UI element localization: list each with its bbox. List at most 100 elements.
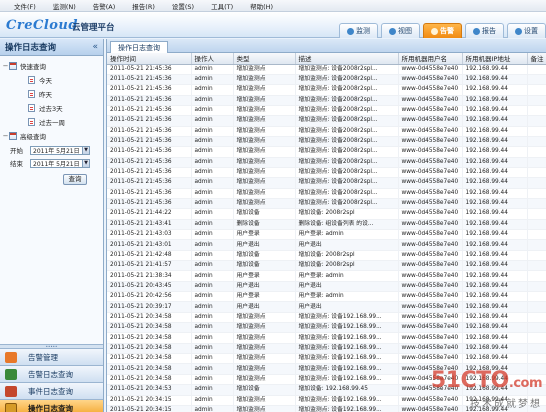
table-row[interactable]: 2011-05-21 21:45:36 admin 增加监测点 增加监测点: 设备20… [107, 115, 546, 127]
table-cell: 192.168.99.44 [462, 260, 528, 272]
tree-item-last-3-days[interactable]: 过去3天 [0, 101, 103, 115]
table-cell: admin [191, 84, 234, 96]
table-row[interactable]: 2011-05-21 21:45:36 admin 增加监测点 增加监测点: 设备20… [107, 74, 546, 86]
report-icon [473, 27, 480, 35]
table-row[interactable]: 2011-05-21 21:45:36 admin 增加监测点 增加监测点: 设备20… [107, 84, 546, 96]
chevron-down-icon[interactable]: ▼ [82, 146, 89, 154]
table-row[interactable]: 2011-05-21 20:34:15 admin 增加监测点 增加监测点: 设备19… [107, 405, 546, 412]
tab-report[interactable]: 报告 [465, 23, 504, 38]
table-row[interactable]: 2011-05-21 21:45:36 admin 增加监测点 增加监测点: 设备20… [107, 126, 546, 137]
table-cell: 192.168.99.44 [462, 374, 528, 386]
tree-item-last-week[interactable]: 过去一周 [0, 115, 103, 129]
table-cell [527, 167, 546, 179]
table-row[interactable]: 2011-05-21 20:34:58 admin 增加监测点 增加监测点: 设备19… [107, 322, 546, 334]
tab-alarm[interactable]: 告警 [423, 23, 462, 38]
table-cell: 增加设备: 2008r2spl [295, 208, 399, 220]
table-cell: www-0d4558e7e40 [398, 115, 463, 127]
table-cell: 用户退出 [233, 281, 296, 293]
tree-node-quick-query[interactable]: − 快速查询 [0, 59, 103, 73]
menu-file[interactable]: 文件(F) [14, 1, 36, 11]
table-row[interactable]: 2011-05-21 21:45:36 admin 增加监测点 增加监测点: 设备20… [107, 64, 546, 75]
tab-monitor[interactable]: 监测 [339, 23, 378, 38]
table-cell: 用户退出 [295, 301, 399, 313]
accordion-alarm-log-query[interactable]: 告警日志查询 [0, 365, 103, 382]
table-row[interactable]: 2011-05-21 21:45:36 admin 增加监测点 增加监测点: 设备20… [107, 136, 546, 148]
table-row[interactable]: 2011-05-21 21:43:01 admin 用户退出 用户退出 www-0d45… [107, 239, 546, 251]
collapse-icon[interactable]: « [92, 42, 98, 52]
table-cell: admin [191, 74, 234, 86]
table-row[interactable]: 2011-05-21 21:45:36 admin 增加监测点 增加监测点: 设备20… [107, 198, 546, 210]
chevron-down-icon[interactable]: ▼ [82, 159, 89, 167]
table-row[interactable]: 2011-05-21 21:45:36 admin 增加监测点 增加监测点: 设备20… [107, 188, 546, 199]
tree-collapse-icon[interactable]: − [2, 132, 9, 140]
accordion-alarm-management[interactable]: 告警管理 [0, 348, 103, 365]
table-row[interactable]: 2011-05-21 21:45:36 admin 增加监测点 增加监测点: 设备20… [107, 157, 546, 168]
table-cell: 2011-05-21 21:45:36 [107, 136, 192, 148]
table-row[interactable]: 2011-05-21 21:38:34 admin 用户登录 用户登录: admin w… [107, 270, 546, 282]
table-cell: 192.168.99.44 [462, 157, 528, 168]
search-button[interactable]: 查询 [63, 174, 87, 185]
column-header-machine-user[interactable]: 所用机器用户名 [398, 53, 463, 65]
table-cell: 2011-05-21 20:34:58 [107, 332, 192, 344]
column-header-remark[interactable]: 备注 [527, 53, 546, 65]
tree-node-advanced-query[interactable]: − 高级查询 [0, 129, 103, 143]
column-header-type[interactable]: 类型 [233, 53, 296, 65]
table-row[interactable]: 2011-05-21 21:42:48 admin 增加设备 增加设备: 2008r2… [107, 250, 546, 262]
table-row[interactable]: 2011-05-21 20:34:58 admin 增加监测点 增加监测点: 设备19… [107, 312, 546, 324]
table-row[interactable]: 2011-05-21 20:34:58 admin 增加监测点 增加监测点: 设备19… [107, 353, 546, 365]
table-cell: www-0d4558e7e40 [398, 343, 463, 355]
menu-monitor[interactable]: 监测(N) [53, 1, 76, 11]
table-row[interactable]: 2011-05-21 21:45:36 admin 增加监测点 增加监测点: 设备20… [107, 146, 546, 158]
table-cell: 2011-05-21 21:38:34 [107, 270, 192, 282]
table-cell: 删除设备 [233, 219, 296, 231]
table-row[interactable]: 2011-05-21 20:34:58 admin 增加监测点 增加监测点: 设备19… [107, 343, 546, 355]
table-row[interactable]: 2011-05-21 21:43:03 admin 用户登录 用户登录: admin w… [107, 229, 546, 241]
table-cell: 增加监测点: 设备2008r2spl... [295, 157, 399, 168]
table-cell: 192.168.99.44 [462, 312, 528, 324]
table-row[interactable]: 2011-05-21 21:44:22 admin 增加设备 增加设备: 2008r2… [107, 208, 546, 220]
tab-settings[interactable]: 设置 [507, 23, 546, 38]
table-cell: www-0d4558e7e40 [398, 64, 463, 75]
table-row[interactable]: 2011-05-21 20:34:58 admin 增加监测点 增加监测点: 设备19… [107, 374, 546, 386]
table-row[interactable]: 2011-05-21 20:34:58 admin 增加监测点 增加监测点: 设备19… [107, 363, 546, 375]
tab-operation-log[interactable]: 操作日志查询 [110, 41, 168, 53]
table-row[interactable]: 2011-05-21 20:39:17 admin 用户退出 用户退出 www-0d45… [107, 301, 546, 313]
table-row[interactable]: 2011-05-21 21:45:36 admin 增加监测点 增加监测点: 设备20… [107, 177, 546, 189]
end-date-label: 结束 [10, 160, 23, 168]
column-header-machine-ip[interactable]: 所用机器IP地址 [462, 53, 528, 65]
table-row[interactable]: 2011-05-21 21:45:36 admin 增加监测点 增加监测点: 设备20… [107, 105, 546, 117]
menu-tools[interactable]: 工具(T) [211, 1, 233, 11]
table-cell: www-0d4558e7e40 [398, 405, 463, 412]
table-cell: 增加监测点: 设备2008r2spl... [295, 95, 399, 106]
table-row[interactable]: 2011-05-21 21:45:36 admin 增加监测点 增加监测点: 设备20… [107, 95, 546, 106]
table-cell: 2011-05-21 20:34:58 [107, 353, 192, 365]
table-row[interactable]: 2011-05-21 20:34:58 admin 增加监测点 增加监测点: 设备19… [107, 332, 546, 344]
table-cell: admin [191, 312, 234, 324]
accordion-event-log-query[interactable]: 事件日志查询 [0, 382, 103, 399]
table-cell: 增加监测点 [233, 322, 296, 334]
table-cell: admin [191, 332, 234, 344]
menu-help[interactable]: 帮助(H) [250, 1, 273, 11]
table-row[interactable]: 2011-05-21 20:34:15 admin 增加监测点 增加监测点: 设备19… [107, 395, 546, 406]
tree-collapse-icon[interactable]: − [2, 62, 9, 70]
table-row[interactable]: 2011-05-21 20:43:45 admin 用户退出 用户退出 www-0d45… [107, 281, 546, 293]
menu-settings[interactable]: 设置(S) [172, 1, 194, 11]
table-row[interactable]: 2011-05-21 20:34:53 admin 增加设备 增加设备: 192.16… [107, 384, 546, 396]
tree-item-yesterday[interactable]: 昨天 [0, 87, 103, 101]
table-cell: 192.168.99.44 [462, 301, 528, 313]
accordion-operation-log-query[interactable]: 操作日志查询 [0, 399, 103, 412]
tab-view[interactable]: 视图 [381, 23, 420, 38]
tree-item-today[interactable]: 今天 [0, 73, 103, 87]
column-header-description[interactable]: 描述 [295, 53, 399, 65]
end-date-picker[interactable]: 2011年 5月21日 ▼ [30, 158, 90, 168]
table-row[interactable]: 2011-05-21 21:45:36 admin 增加监测点 增加监测点: 设备20… [107, 167, 546, 179]
column-header-time[interactable]: 操作时间 [107, 53, 192, 65]
table-cell: www-0d4558e7e40 [398, 281, 463, 293]
menu-report[interactable]: 报告(R) [132, 1, 155, 11]
table-row[interactable]: 2011-05-21 21:43:41 admin 删除设备 删除设备: 组设备列表 … [107, 219, 546, 231]
table-row[interactable]: 2011-05-21 20:42:56 admin 用户登录 用户登录: admin w… [107, 291, 546, 303]
start-date-picker[interactable]: 2011年 5月21日 ▼ [30, 145, 90, 155]
menu-alarm[interactable]: 告警(A) [93, 1, 116, 11]
table-row[interactable]: 2011-05-21 21:41:57 admin 增加设备 增加设备: 2008r2… [107, 260, 546, 272]
column-header-operator[interactable]: 操作人 [191, 53, 234, 65]
